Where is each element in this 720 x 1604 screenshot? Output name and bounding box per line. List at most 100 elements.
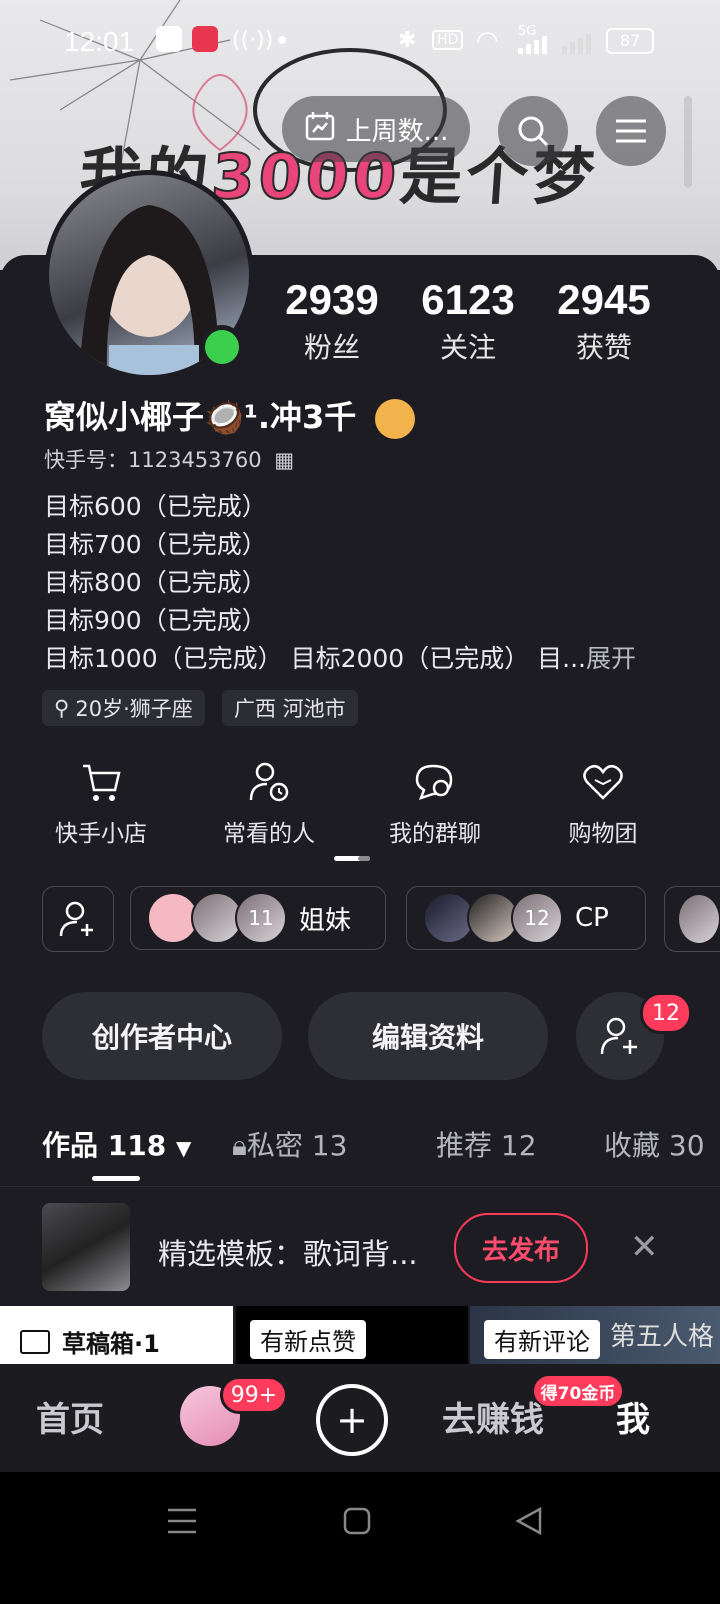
pager-indicator-inactive [358, 856, 370, 861]
publish-plus-button[interactable]: + [316, 1384, 388, 1456]
likes-count: 2945 [557, 276, 651, 323]
quick-label: 常看的人 [223, 821, 315, 847]
calendar-icon [304, 110, 336, 149]
profile-name: 窝似小椰子🥥¹.冲3千 [44, 392, 416, 439]
quick-shopping-group[interactable]: 购物团 [528, 760, 678, 848]
draft-label: 草稿箱·1 [20, 1324, 160, 1359]
bio-line: 目标800（已完成） [44, 568, 267, 597]
search-tag-icon: ⚲ [54, 696, 70, 720]
signal-icon-2 [562, 34, 591, 54]
promo-text: 精选模板：歌词背... [158, 1237, 418, 1271]
status-time: 12:01 [64, 26, 135, 57]
menu-icon [616, 119, 646, 143]
quick-label: 我的群聊 [389, 821, 481, 847]
fans-count: 2939 [285, 276, 379, 323]
tag-location: 广西 河池市 [222, 690, 358, 726]
stat-following[interactable]: 6123 关注 [398, 276, 538, 366]
bio-line: 目标600（已完成） [44, 492, 267, 521]
nav-me[interactable]: 我 [616, 1392, 650, 1441]
group-label: 姐妹 [299, 905, 352, 936]
live-badge-icon[interactable] [375, 399, 416, 439]
status-bar: 12:01 ((·)) ✱ HD ◠ 5G 87 [0, 0, 720, 80]
folder-icon [20, 1329, 50, 1354]
tab-recommend[interactable]: 推荐 12 [436, 1124, 537, 1164]
app-notification-icon [156, 26, 182, 52]
home-square-icon[interactable] [342, 1506, 372, 1536]
nav-home[interactable]: 首页 [36, 1392, 104, 1441]
back-icon[interactable] [514, 1506, 544, 1536]
group-sisters[interactable]: 11 姐妹 [130, 886, 386, 950]
close-icon[interactable]: ✕ [630, 1227, 659, 1267]
online-status-dot [200, 325, 244, 369]
qrcode-icon[interactable]: ▦ [274, 448, 294, 472]
add-user-icon [59, 901, 93, 937]
expand-link[interactable]: 展开 [586, 644, 636, 673]
edit-profile-button[interactable]: 编辑资料 [308, 992, 548, 1080]
following-count: 6123 [421, 276, 515, 323]
search-icon [518, 116, 549, 147]
menu-icon[interactable] [166, 1506, 198, 1536]
message-badge: 99+ [220, 1376, 288, 1414]
hotspot-icon: ((·)) [232, 28, 274, 53]
plus-icon: + [336, 1398, 368, 1442]
quick-frequent[interactable]: 常看的人 [194, 760, 344, 848]
battery-icon: 87 [606, 28, 654, 54]
tab-favorites[interactable]: 收藏 30 [604, 1124, 720, 1164]
tab-works[interactable]: 作品 118 ▼ [42, 1124, 191, 1164]
app-notification-icon [192, 26, 218, 52]
dot-icon [278, 36, 286, 44]
add-user-icon [600, 1017, 637, 1055]
group-avatar [677, 893, 720, 945]
bio-line: 目标1000（已完成） 目标2000（已完成） 目... [44, 644, 586, 673]
search-button[interactable] [498, 96, 568, 166]
menu-button[interactable] [596, 96, 666, 166]
likes-label: 获赞 [575, 331, 632, 364]
chevron-down-icon: ▼ [175, 1136, 192, 1160]
weekly-data-label: 上周数... [345, 116, 449, 147]
works-grid: 草稿箱·1 有新点赞 第五人格 有新评论 [0, 1306, 720, 1364]
following-label: 关注 [439, 331, 496, 364]
bluetooth-icon: ✱ [398, 28, 417, 53]
lock-icon: 🔒︎ [232, 1129, 247, 1162]
publish-button[interactable]: 去发布 [454, 1213, 588, 1283]
kuaishou-id[interactable]: 快手号：1123453760 ▦ [44, 444, 294, 474]
bio-line: 目标700（已完成） [44, 530, 267, 559]
template-promo-banner: 精选模板：歌词背... 去发布 ✕ [0, 1186, 720, 1307]
group-label: CP [575, 903, 609, 933]
new-comments-chip: 有新评论 [484, 1320, 600, 1359]
stat-likes[interactable]: 2945 获赞 [534, 276, 674, 366]
quick-label: 购物团 [568, 821, 638, 847]
signal-icon [518, 36, 547, 54]
system-nav-bar [0, 1472, 720, 1604]
tile-caption: 第五人格 [610, 1322, 715, 1352]
tab-indicator [92, 1176, 140, 1181]
tab-private[interactable]: 🔒︎私密 13 [232, 1124, 347, 1164]
user-clock-icon [249, 762, 289, 802]
new-likes-chip: 有新点赞 [250, 1320, 366, 1359]
video-tile[interactable]: 有新点赞 [236, 1306, 468, 1364]
scrollbar[interactable] [684, 96, 692, 188]
weekly-data-button[interactable]: 上周数... [282, 96, 470, 162]
fans-label: 粉丝 [303, 331, 360, 364]
template-thumbnail[interactable] [42, 1203, 130, 1291]
earn-badge: 得70金币 [532, 1374, 624, 1408]
bio-line: 目标900（已完成） [44, 606, 267, 635]
stat-fans[interactable]: 2939 粉丝 [262, 276, 402, 366]
tag-age: ⚲ 20岁·狮子座 [42, 690, 205, 726]
group-count: 12 [511, 892, 563, 944]
bio: 目标600（已完成） 目标700（已完成） 目标800（已完成） 目标900（已… [44, 488, 636, 678]
group-more[interactable] [664, 886, 720, 952]
creator-center-button[interactable]: 创作者中心 [42, 992, 282, 1080]
quick-shop[interactable]: 快手小店 [26, 760, 176, 848]
hd-icon: HD [432, 30, 464, 50]
add-friend-group-button[interactable] [42, 886, 114, 952]
quick-label: 快手小店 [55, 821, 147, 847]
draft-tile[interactable]: 草稿箱·1 [0, 1306, 233, 1364]
video-tile[interactable]: 第五人格 有新评论 [470, 1306, 720, 1364]
quick-groupchat[interactable]: 我的群聊 [360, 760, 510, 848]
bottom-nav: 首页 99+ + 去赚钱 得70金币 我 [0, 1364, 720, 1472]
nav-earn[interactable]: 去赚钱 [442, 1392, 544, 1441]
heart-icon [583, 764, 623, 800]
group-cp[interactable]: 12 CP [406, 886, 646, 950]
wifi-icon: ◠ [476, 26, 499, 56]
